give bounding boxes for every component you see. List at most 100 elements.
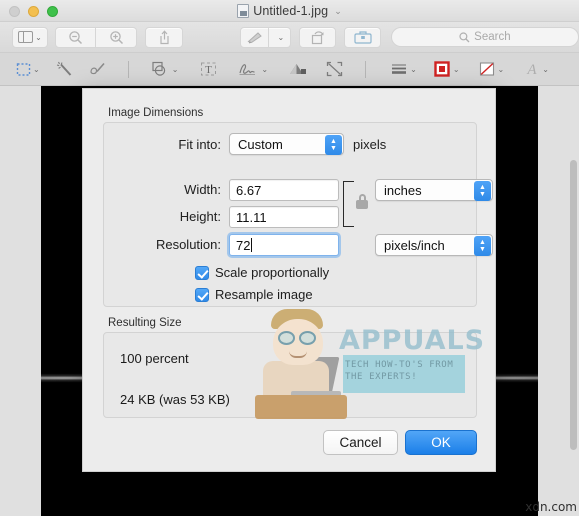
sketch-icon bbox=[90, 62, 105, 75]
zoom-out-icon bbox=[69, 30, 83, 44]
zoom-in-icon bbox=[110, 30, 123, 44]
markup-toolbar: ⌄ ⌄ T ⌄ ⌄ ⌄ ⌄ A ⌄ bbox=[0, 53, 579, 86]
markup-button[interactable] bbox=[240, 26, 270, 48]
cancel-button[interactable]: Cancel bbox=[323, 430, 398, 455]
adjust-color-tool[interactable] bbox=[288, 61, 308, 77]
signature-icon bbox=[239, 64, 256, 75]
width-input[interactable]: 6.67 bbox=[229, 179, 339, 201]
shapes-icon bbox=[152, 61, 165, 76]
document-icon bbox=[237, 4, 250, 18]
chevron-down-icon: ⌄ bbox=[171, 64, 179, 74]
shape-style-icon bbox=[392, 64, 407, 74]
chevron-down-icon: ⌄ bbox=[35, 32, 42, 42]
height-input[interactable]: 11.11 bbox=[229, 206, 339, 228]
sign-tool[interactable]: ⌄ bbox=[237, 61, 268, 77]
share-button[interactable] bbox=[144, 26, 184, 48]
chevron-down-icon: ⌄ bbox=[542, 64, 549, 74]
fit-into-label: Fit into: bbox=[178, 137, 221, 152]
toolbar-divider bbox=[127, 60, 129, 78]
chevron-down-icon: ⌄ bbox=[410, 64, 417, 74]
shapes-tool[interactable]: ⌄ bbox=[151, 61, 179, 77]
sketch-tool[interactable] bbox=[88, 61, 108, 77]
shape-style-tool[interactable]: ⌄ bbox=[390, 62, 417, 76]
vertical-scrollbar[interactable] bbox=[570, 160, 577, 450]
adjust-size-tool[interactable] bbox=[326, 61, 343, 77]
resulting-size: 24 KB (was 53 KB) bbox=[120, 392, 230, 407]
adjust-size-dialog: Image Dimensions Fit into: Custom ▲ ▼ pix… bbox=[82, 88, 496, 472]
stepper-arrows-icon[interactable]: ▲ ▼ bbox=[474, 236, 491, 256]
stepper-arrows-icon[interactable]: ▲ ▼ bbox=[325, 135, 342, 155]
scale-proportionally-label: Scale proportionally bbox=[215, 265, 330, 280]
resolution-unit-select[interactable]: pixels/inch ▲ ▼ bbox=[375, 234, 493, 256]
text-style-tool[interactable]: A ⌄ bbox=[524, 61, 549, 77]
search-icon bbox=[459, 31, 470, 42]
preview-window: Untitled-1.jpg ⌄ ⌄ ⌄ Search ⌄ ⌄ T ⌄ ⌄ ⌄ … bbox=[0, 0, 579, 516]
resample-image-label: Resample image bbox=[215, 287, 313, 302]
window-titlebar: Untitled-1.jpg ⌄ bbox=[0, 0, 579, 22]
chevron-down-icon: ⌄ bbox=[261, 64, 269, 74]
toolbox-icon bbox=[354, 31, 372, 44]
window-title-group: Untitled-1.jpg ⌄ bbox=[0, 0, 579, 22]
stepper-arrows-icon[interactable]: ▲ ▼ bbox=[474, 181, 491, 201]
corner-watermark: xdn.com bbox=[525, 500, 577, 514]
resulting-size-group-label: Resulting Size bbox=[108, 317, 182, 329]
sidebar-view-button[interactable]: ⌄ bbox=[12, 26, 48, 48]
text-caret bbox=[251, 238, 253, 252]
magic-wand-icon bbox=[56, 61, 71, 76]
share-icon bbox=[159, 29, 169, 44]
resolution-value: 72 bbox=[236, 237, 251, 253]
fill-color-tool[interactable]: ⌄ bbox=[478, 61, 505, 77]
text-style-icon: A bbox=[527, 62, 538, 77]
resolution-label: Resolution: bbox=[155, 237, 221, 252]
border-color-icon bbox=[434, 61, 450, 77]
image-dimensions-group-label: Image Dimensions bbox=[108, 107, 204, 119]
scale-proportionally-checkbox[interactable]: Scale proportionally bbox=[195, 265, 329, 280]
fit-into-select[interactable]: Custom ▲ ▼ bbox=[229, 133, 344, 155]
chevron-down-icon: ⌄ bbox=[33, 64, 40, 74]
link-bracket bbox=[343, 181, 354, 227]
chevron-down-icon: ⌄ bbox=[452, 64, 460, 74]
fill-color-icon bbox=[479, 62, 494, 76]
text-icon: T bbox=[201, 62, 217, 76]
size-unit-select[interactable]: inches ▲ ▼ bbox=[375, 179, 493, 201]
size-unit-value: inches bbox=[384, 182, 422, 198]
zoom-segment bbox=[55, 26, 138, 48]
checkbox-checked-icon bbox=[195, 265, 209, 280]
resample-image-checkbox[interactable]: Resample image bbox=[195, 287, 313, 302]
zoom-out-button[interactable] bbox=[55, 26, 97, 48]
text-tool[interactable]: T bbox=[200, 61, 217, 77]
chevron-down-icon[interactable]: ⌄ bbox=[334, 6, 342, 17]
primary-toolbar: ⌄ ⌄ Search bbox=[0, 22, 579, 53]
rectangular-selection-icon bbox=[16, 62, 31, 76]
ok-button[interactable]: OK bbox=[405, 430, 477, 455]
chevron-down-icon: ⌄ bbox=[497, 64, 505, 74]
adjust-color-icon bbox=[290, 64, 307, 74]
adjust-size-icon bbox=[326, 61, 343, 77]
lock-icon[interactable] bbox=[356, 194, 368, 209]
width-label: Width: bbox=[184, 182, 221, 197]
toolbox-button[interactable] bbox=[343, 26, 382, 48]
width-value: 6.67 bbox=[236, 182, 262, 198]
markup-segment: ⌄ bbox=[240, 26, 292, 48]
border-color-tool[interactable]: ⌄ bbox=[433, 61, 460, 77]
zoom-in-button[interactable] bbox=[96, 26, 138, 48]
resulting-percent: 100 percent bbox=[120, 351, 189, 366]
checkbox-checked-icon bbox=[195, 287, 209, 302]
svg-text:T: T bbox=[206, 64, 213, 76]
svg-text:A: A bbox=[527, 62, 538, 77]
height-label: Height: bbox=[179, 209, 221, 224]
window-title: Untitled-1.jpg bbox=[253, 4, 329, 18]
search-placeholder: Search bbox=[474, 31, 511, 43]
fit-into-unit-label: pixels bbox=[353, 137, 387, 152]
resolution-input[interactable]: 72 bbox=[229, 234, 339, 256]
instant-alpha-tool[interactable] bbox=[56, 61, 74, 77]
height-value: 11.11 bbox=[236, 209, 267, 225]
search-input[interactable]: Search bbox=[390, 27, 579, 47]
toolbar-divider bbox=[365, 60, 367, 78]
rotate-icon bbox=[311, 30, 324, 44]
rectangular-selection-tool[interactable]: ⌄ bbox=[16, 62, 40, 77]
rotate-button[interactable] bbox=[298, 26, 337, 48]
markup-options-button[interactable]: ⌄ bbox=[269, 26, 292, 48]
resolution-unit-value: pixels/inch bbox=[384, 237, 445, 253]
fit-into-value: Custom bbox=[238, 136, 283, 152]
